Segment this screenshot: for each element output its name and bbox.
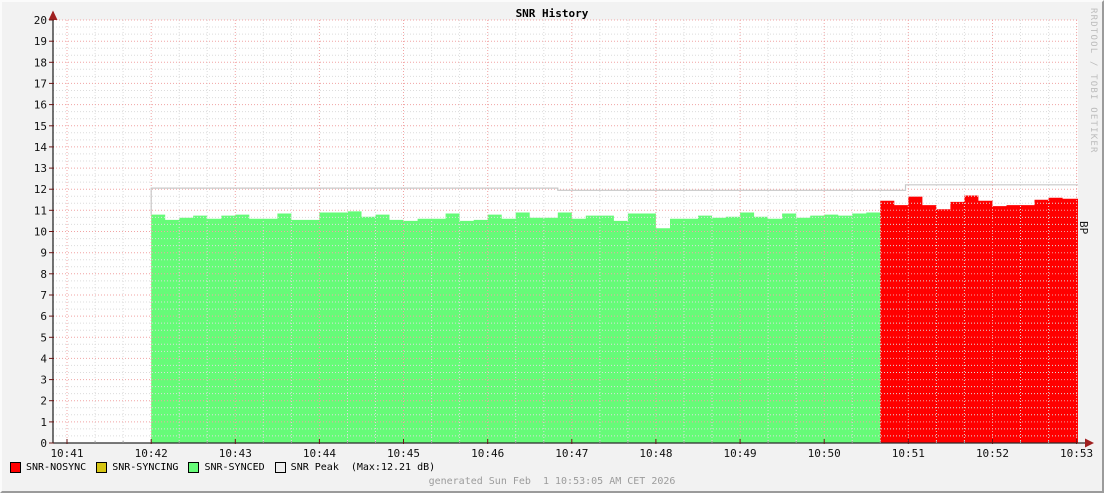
svg-text:5: 5 [40, 331, 47, 344]
svg-text:7: 7 [40, 289, 47, 302]
legend-label-nosync: SNR-NOSYNC [26, 462, 87, 473]
legend-item-synced: SNR-SYNCED [188, 462, 265, 473]
legend-swatch-peak [274, 462, 286, 473]
svg-text:20: 20 [34, 14, 47, 27]
rrdtool-watermark: RRDTOOL / TOBI OETIKER [1088, 8, 1098, 154]
legend-item-peak: SNR Peak [274, 462, 339, 473]
svg-text:3: 3 [40, 374, 47, 387]
peak-max-note: (Max:12.21 dB) [350, 462, 436, 473]
legend-swatch-nosync [10, 462, 21, 473]
svg-text:17: 17 [34, 77, 47, 90]
svg-text:10:50: 10:50 [808, 447, 841, 460]
legend-label-synced: SNR-SYNCED [204, 462, 265, 473]
svg-text:10:52: 10:52 [976, 447, 1009, 460]
svg-text:14: 14 [34, 141, 48, 154]
svg-text:10:43: 10:43 [219, 447, 252, 460]
vertical-axis-label-bp: BP [1077, 221, 1090, 235]
svg-text:6: 6 [40, 310, 47, 323]
svg-text:10:48: 10:48 [639, 447, 672, 460]
svg-text:19: 19 [34, 35, 47, 48]
svg-text:0: 0 [40, 437, 47, 450]
generated-footer: generated Sun Feb 1 10:53:05 AM CET 2026 [428, 476, 676, 487]
legend-item-syncing: SNR-SYNCING [96, 462, 178, 473]
svg-text:10:45: 10:45 [387, 447, 420, 460]
svg-text:12: 12 [34, 183, 47, 196]
svg-text:1: 1 [40, 416, 47, 429]
svg-text:10:47: 10:47 [555, 447, 588, 460]
svg-text:10: 10 [34, 226, 47, 239]
legend: SNR-NOSYNC SNR-SYNCING SNR-SYNCED SNR Pe… [10, 460, 435, 475]
svg-text:11: 11 [34, 204, 47, 217]
legend-label-syncing: SNR-SYNCING [112, 462, 179, 473]
legend-item-nosync: SNR-NOSYNC [10, 462, 86, 473]
svg-text:8: 8 [40, 268, 47, 281]
svg-text:13: 13 [34, 162, 47, 175]
svg-text:4: 4 [40, 352, 47, 365]
svg-text:10:41: 10:41 [50, 447, 83, 460]
svg-text:15: 15 [34, 120, 47, 133]
legend-label-peak: SNR Peak [290, 462, 339, 473]
rrdtool-graph: SNR History 0 1 2 3 4 5 6 7 8 9 10 11 12 13 14 15 16 17 18… [0, 0, 1104, 493]
legend-swatch-syncing [96, 462, 108, 473]
svg-text:9: 9 [40, 247, 47, 260]
svg-text:10:42: 10:42 [135, 447, 168, 460]
svg-text:18: 18 [34, 56, 47, 69]
svg-text:10:53: 10:53 [1060, 447, 1093, 460]
legend-swatch-synced [188, 462, 200, 473]
svg-text:10:49: 10:49 [724, 447, 757, 460]
chart-canvas: 0 1 2 3 4 5 6 7 8 9 10 11 12 13 14 15 16 17 18 19 20 10:41 10:… [2, 2, 1102, 491]
snr-history-plot: 0123456789101112131415161718192010:41 10:… [34, 10, 1094, 460]
svg-text:10:44: 10:44 [303, 447, 336, 460]
svg-text:2: 2 [40, 395, 47, 408]
svg-text:16: 16 [34, 99, 47, 112]
svg-text:10:51: 10:51 [892, 447, 925, 460]
svg-text:10:46: 10:46 [471, 447, 504, 460]
